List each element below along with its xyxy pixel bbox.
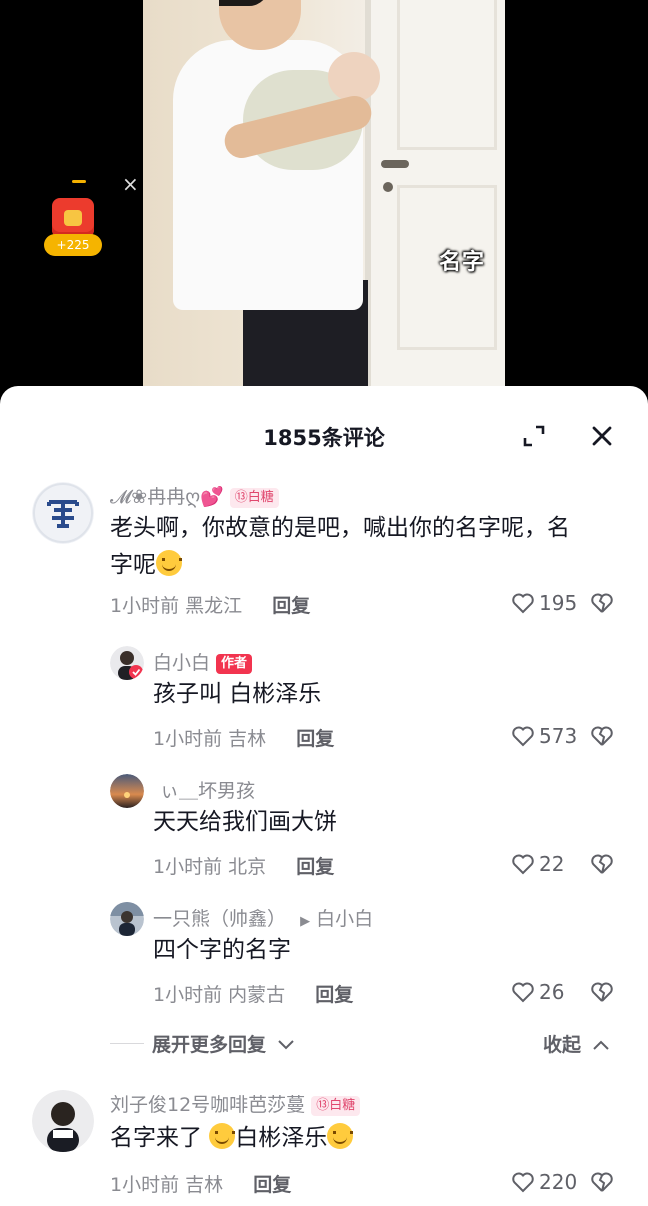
comment-time: 1小时前 xyxy=(153,984,223,1006)
comment-text: 孩子叫 白彬泽乐 xyxy=(153,681,322,707)
username[interactable]: 白小白 xyxy=(153,652,210,674)
video-frame: 名字 xyxy=(143,0,505,390)
comment-time: 1小时前 xyxy=(110,595,180,617)
broken-heart-icon[interactable] xyxy=(590,1171,614,1193)
username[interactable]: 𝓜❀冉冉ღ💕 xyxy=(110,486,224,508)
reply-to-username[interactable]: 白小白 xyxy=(316,908,373,930)
reply-button[interactable]: 回复 xyxy=(253,1174,291,1196)
reply-arrow-icon: ▶ xyxy=(300,914,311,929)
expand-icon[interactable] xyxy=(522,424,546,448)
laughing-emoji-icon xyxy=(209,1123,236,1149)
comment-text: 名字来了 xyxy=(110,1125,202,1151)
avatar[interactable] xyxy=(32,1090,94,1152)
heart-icon xyxy=(512,982,534,1003)
like-button[interactable]: 26 xyxy=(511,980,564,1004)
comment-location: 内蒙古 xyxy=(228,984,286,1006)
author-badge: 作者 xyxy=(216,654,253,674)
avatar[interactable] xyxy=(110,774,144,808)
comment-location: 北京 xyxy=(228,856,267,878)
comment-time: 1小时前 xyxy=(153,728,223,750)
close-icon[interactable] xyxy=(590,424,614,448)
close-widget-icon[interactable]: × xyxy=(122,172,139,196)
sheet-header: 1855条评论 xyxy=(0,386,648,482)
comment-sheet: 1855条评论 𝓜❀冉冉ღ💕 ⑬白糖 老头啊，你故意的是吧，喊出你的名字呢，名字呢… xyxy=(0,386,648,1206)
broken-heart-icon[interactable] xyxy=(590,592,614,614)
level-badge: ⑬白糖 xyxy=(311,1096,361,1116)
heart-icon xyxy=(512,593,534,614)
level-badge: ⑬白糖 xyxy=(229,488,279,508)
comment-text: 四个字的名字 xyxy=(153,937,291,963)
expand-more-replies-button[interactable]: 展开更多回复 xyxy=(110,1030,295,1057)
reply-button[interactable]: 回复 xyxy=(272,595,310,617)
comment-text: 白彬泽乐 xyxy=(235,1125,328,1151)
smirk-emoji-icon xyxy=(327,1123,354,1149)
broken-heart-icon[interactable] xyxy=(590,725,614,747)
comment-time: 1小时前 xyxy=(153,856,223,878)
reply-button[interactable]: 回复 xyxy=(296,728,334,750)
broken-heart-icon[interactable] xyxy=(590,981,614,1003)
broken-heart-icon[interactable] xyxy=(590,853,614,875)
like-count: 26 xyxy=(539,980,565,1004)
like-count: 220 xyxy=(539,1170,578,1194)
reply-button[interactable]: 回复 xyxy=(296,856,334,878)
comment-location: 黑龙江 xyxy=(185,595,243,617)
comment-text: 天天给我们画大饼 xyxy=(153,809,337,835)
video-player[interactable]: 名字 +225 × xyxy=(0,0,648,400)
like-count: 573 xyxy=(539,724,578,748)
comment-time: 1小时前 xyxy=(110,1174,180,1196)
username[interactable]: 刘子俊12号咖啡芭莎蔓 xyxy=(110,1094,305,1116)
like-button[interactable]: 195 xyxy=(511,591,577,615)
username[interactable]: 一只熊（帅鑫） xyxy=(153,908,286,930)
like-count: 195 xyxy=(539,591,578,615)
chevron-down-icon xyxy=(277,1040,294,1050)
avatar[interactable] xyxy=(110,902,144,936)
like-button[interactable]: 573 xyxy=(511,724,577,748)
comment-location: 吉林 xyxy=(228,728,267,750)
avatar[interactable] xyxy=(110,646,144,680)
reply-button[interactable]: 回复 xyxy=(315,984,353,1006)
username[interactable]: ぃ＿坏男孩 xyxy=(160,776,255,803)
collapse-button[interactable]: 收起 xyxy=(543,1030,610,1057)
red-packet-amount: +225 xyxy=(44,234,102,256)
like-button[interactable]: 220 xyxy=(511,1170,577,1194)
heart-icon xyxy=(512,726,534,747)
door xyxy=(365,0,505,390)
red-packet-widget[interactable]: +225 xyxy=(44,180,102,256)
video-caption: 名字 xyxy=(439,250,486,275)
chevron-up-icon xyxy=(592,1040,609,1050)
thinking-emoji-icon xyxy=(156,550,182,576)
avatar[interactable] xyxy=(32,482,94,544)
comment-location: 吉林 xyxy=(185,1174,224,1196)
comment-count-title: 1855条评论 xyxy=(263,426,385,450)
heart-icon xyxy=(512,854,534,875)
like-count: 22 xyxy=(539,852,565,876)
heart-icon xyxy=(512,1172,534,1193)
like-button[interactable]: 22 xyxy=(511,852,564,876)
